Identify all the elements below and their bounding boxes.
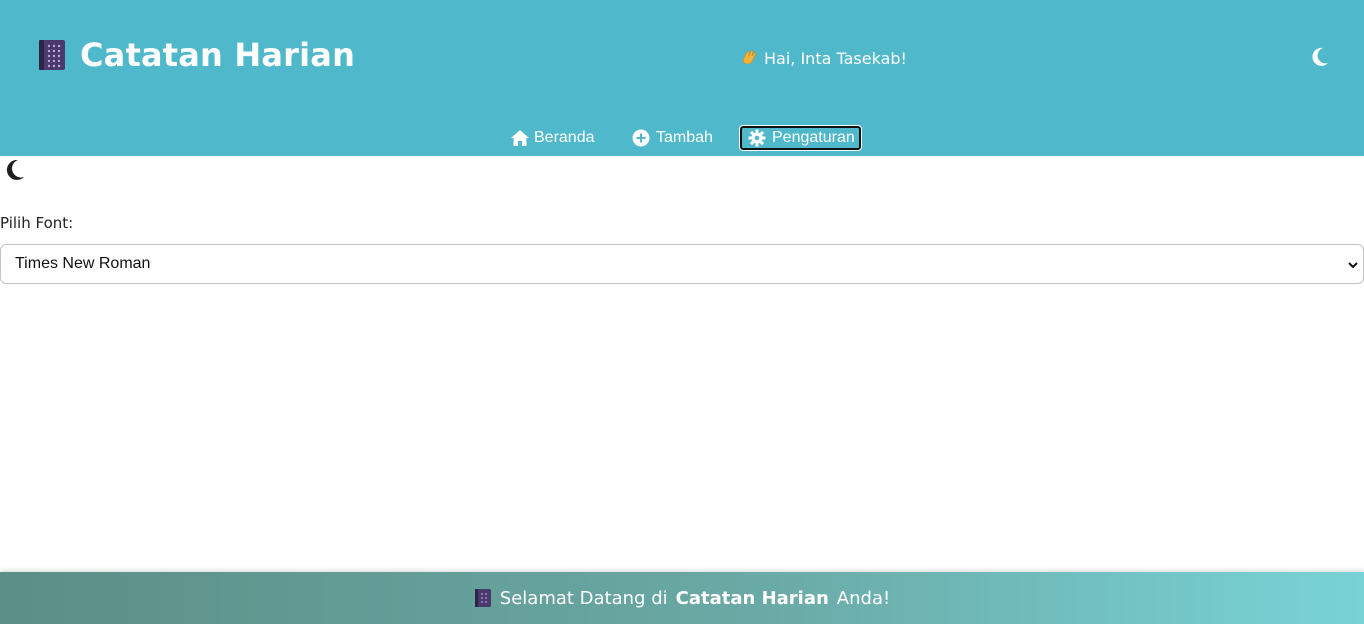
user-greeting: Hai, Inta Tasekab! [740, 48, 907, 69]
welcome-footer: Selamat Datang di Catatan Harian Anda! [0, 572, 1364, 624]
nav-label: Tambah [656, 129, 713, 146]
brand: Catatan Harian [38, 36, 355, 74]
notebook-icon [474, 588, 492, 608]
greeting-text: Hai, Inta Tasekab! [764, 49, 907, 68]
home-icon [510, 129, 529, 147]
app-title: Catatan Harian [80, 36, 356, 74]
footer-app-name: Catatan Harian [675, 587, 829, 609]
app-header: Catatan Harian Hai, Inta Tasekab! [0, 0, 1364, 120]
nav-item-tambah[interactable]: Tambah [632, 126, 713, 150]
chevron-down-icon [1347, 258, 1359, 270]
font-select[interactable]: Times New Roman [0, 244, 1364, 284]
footer-prefix: Selamat Datang di [499, 587, 668, 609]
gear-icon [748, 129, 766, 147]
font-select-label: Pilih Font: [0, 214, 74, 232]
nav-label: Pengaturan [772, 129, 855, 146]
moon-icon[interactable] [1310, 46, 1330, 68]
theme-toggle-moon-icon[interactable] [4, 158, 26, 182]
nav-bar: Beranda Tambah Pengaturan [0, 120, 1364, 156]
waving-hand-icon [740, 48, 758, 69]
notebook-icon [38, 39, 66, 71]
footer-suffix: Anda! [836, 587, 891, 609]
nav-item-beranda[interactable]: Beranda [510, 126, 595, 150]
plus-circle-icon [632, 129, 650, 147]
nav-item-pengaturan[interactable]: Pengaturan [739, 125, 862, 151]
nav-label: Beranda [534, 129, 595, 146]
font-select-value: Times New Roman [15, 255, 151, 272]
